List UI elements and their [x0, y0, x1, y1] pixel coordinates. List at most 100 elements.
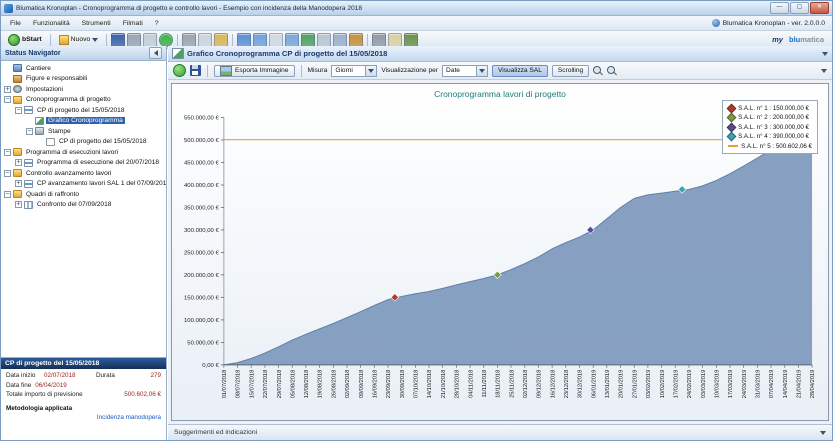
cut-icon[interactable]	[182, 33, 196, 47]
tree-expander-minus-icon[interactable]: −	[4, 191, 11, 198]
refresh-chart-icon[interactable]	[173, 64, 186, 77]
version-label: Blumatica Kronoplan - ver. 2.0.0.0	[723, 20, 825, 27]
x-tick-label: 09/12/2018	[537, 370, 543, 399]
tree-item[interactable]: CP di progetto del 15/05/2018	[1, 137, 166, 148]
close-button[interactable]: ✕	[810, 2, 829, 14]
panel-menu-caret-icon[interactable]	[822, 52, 828, 56]
tree-item[interactable]: Cantiere	[1, 63, 166, 74]
menu-item-file[interactable]: File	[4, 19, 27, 28]
filter-icon[interactable]	[349, 33, 363, 47]
printer-icon	[35, 127, 44, 135]
bstart-icon	[8, 34, 20, 46]
tree-item[interactable]: − CP di progetto del 15/05/2018	[1, 105, 166, 116]
tree-item-label[interactable]: Impostazioni	[24, 86, 65, 93]
measure-value: Giorni	[335, 67, 353, 74]
chart-icon[interactable]	[301, 33, 315, 47]
x-tick-label: 07/10/2018	[414, 370, 420, 399]
tree-expander-plus-icon[interactable]: +	[4, 86, 11, 93]
tree-item[interactable]: − Programma di esecuzioni lavori	[1, 147, 166, 158]
tree-item-label[interactable]: Figure e responsabili	[24, 75, 89, 82]
info-row: Data inizio02/07/2018Durata279	[6, 371, 161, 381]
menu-item-?[interactable]: ?	[149, 19, 165, 28]
tree-item[interactable]: + CP avanzamento lavori SAL 1 del 07/09/2…	[1, 179, 166, 190]
save-chart-icon[interactable]	[190, 65, 201, 76]
tree-item-label[interactable]: Stampe	[46, 128, 73, 135]
paste-icon[interactable]	[214, 33, 228, 47]
mail-icon[interactable]	[388, 33, 402, 47]
y-tick-label: 500.000,00 €	[184, 138, 220, 144]
bstart-button[interactable]: bStart	[4, 33, 46, 47]
tree-item-label[interactable]: CP di progetto del 15/05/2018	[35, 107, 127, 114]
menu-bar: FileFunzionalitàStrumentiFilmati? Blumat…	[1, 16, 832, 31]
scrolling-button[interactable]: Scrolling	[552, 65, 589, 77]
menu-item-funzionalit[interactable]: Funzionalità	[27, 19, 76, 28]
tree-item-label[interactable]: Programma di esecuzioni lavori	[24, 149, 120, 156]
home-icon	[13, 64, 22, 72]
menu-item-filmati[interactable]: Filmati	[117, 19, 149, 28]
table-add-icon[interactable]	[253, 33, 267, 47]
tree-expander-minus-icon[interactable]: −	[26, 128, 33, 135]
calendar-icon[interactable]	[269, 33, 283, 47]
tree-item[interactable]: + Impostazioni	[1, 84, 166, 95]
tree-expander-minus-icon[interactable]: −	[15, 107, 22, 114]
chart-toolbar-overflow-caret-icon[interactable]	[821, 69, 827, 73]
info-value: 06/04/2019	[35, 382, 67, 389]
tree-item-label[interactable]: Grafico Cronoprogramma	[46, 117, 125, 124]
zoom-out-icon[interactable]	[607, 66, 617, 76]
save-icon[interactable]	[111, 33, 125, 47]
suggestion-caret-icon[interactable]	[820, 431, 826, 435]
zoom-in-icon[interactable]	[593, 66, 603, 76]
columns-icon[interactable]	[333, 33, 347, 47]
tree-expander-plus-icon[interactable]: +	[15, 201, 22, 208]
export-image-button[interactable]: Esporta Immagine	[214, 65, 295, 77]
collapse-sidebar-button[interactable]	[149, 47, 162, 59]
tree-item-label[interactable]: Controllo avanzamento lavori	[24, 170, 113, 177]
grid-icon[interactable]	[317, 33, 331, 47]
tree-expander-minus-icon[interactable]: −	[4, 149, 11, 156]
copy-icon[interactable]	[198, 33, 212, 47]
view-by-select[interactable]: Date	[442, 65, 488, 77]
tree-item-label[interactable]: CP avanzamento lavori SAL 1 del 07/09/20…	[35, 180, 166, 187]
tree-item-label[interactable]: Confronto del 07/09/2018	[35, 201, 113, 208]
tree-item-label[interactable]: CP di progetto del 15/05/2018	[57, 138, 149, 145]
tree-item[interactable]: − Quadri di raffronto	[1, 189, 166, 200]
export-icon[interactable]	[404, 33, 418, 47]
x-tick-label: 22/07/2018	[263, 370, 269, 399]
tree-item[interactable]: − Stampe	[1, 126, 166, 137]
measure-dropdown-button[interactable]	[365, 66, 376, 76]
maximize-button[interactable]: ▢	[790, 2, 809, 14]
minimize-button[interactable]: —	[770, 2, 789, 14]
table-icon[interactable]	[237, 33, 251, 47]
tree-item-label[interactable]: Programma di esecuzione del 20/07/2018	[35, 159, 161, 166]
settings-icon[interactable]	[372, 33, 386, 47]
bstart-label: bStart	[22, 36, 42, 43]
gantt-icon[interactable]	[285, 33, 299, 47]
show-sal-button[interactable]: Visualizza SAL	[492, 65, 548, 77]
tree-expander-plus-icon[interactable]: +	[15, 180, 22, 187]
info-value: 02/07/2018	[44, 372, 88, 379]
tree-item-label[interactable]: Cronoprogramma di progetto	[24, 96, 113, 103]
tree-expander-minus-icon[interactable]: −	[4, 170, 11, 177]
tree-expander-minus-icon[interactable]: −	[4, 96, 11, 103]
tree-item[interactable]: − Controllo avanzamento lavori	[1, 168, 166, 179]
method-link[interactable]: Incidenza manodopera	[6, 414, 161, 421]
view-by-dropdown-button[interactable]	[476, 66, 487, 76]
tree-item[interactable]: − Cronoprogramma di progetto	[1, 95, 166, 106]
tree-item-label[interactable]: Cantiere	[24, 65, 53, 72]
blumatica-logo: blumatica	[789, 35, 824, 44]
x-tick-label: 11/11/2018	[482, 370, 488, 398]
refresh-icon[interactable]	[159, 33, 173, 47]
new-button[interactable]: Nuovo	[55, 34, 103, 46]
print-icon[interactable]	[127, 33, 141, 47]
tree-item-label[interactable]: Quadri di raffronto	[24, 191, 81, 198]
print-preview-icon[interactable]	[143, 33, 157, 47]
tree-item[interactable]: Grafico Cronoprogramma	[1, 116, 166, 127]
tree-item[interactable]: + Programma di esecuzione del 20/07/2018	[1, 158, 166, 169]
measure-select[interactable]: Giorni	[331, 65, 377, 77]
tree-item[interactable]: + Confronto del 07/09/2018	[1, 200, 166, 211]
new-label: Nuovo	[71, 36, 91, 43]
tree-item[interactable]: Figure e responsabili	[1, 74, 166, 85]
tree-expander-plus-icon[interactable]: +	[15, 159, 22, 166]
y-tick-label: 350.000,00 €	[184, 205, 220, 211]
menu-item-strumenti[interactable]: Strumenti	[76, 19, 117, 28]
